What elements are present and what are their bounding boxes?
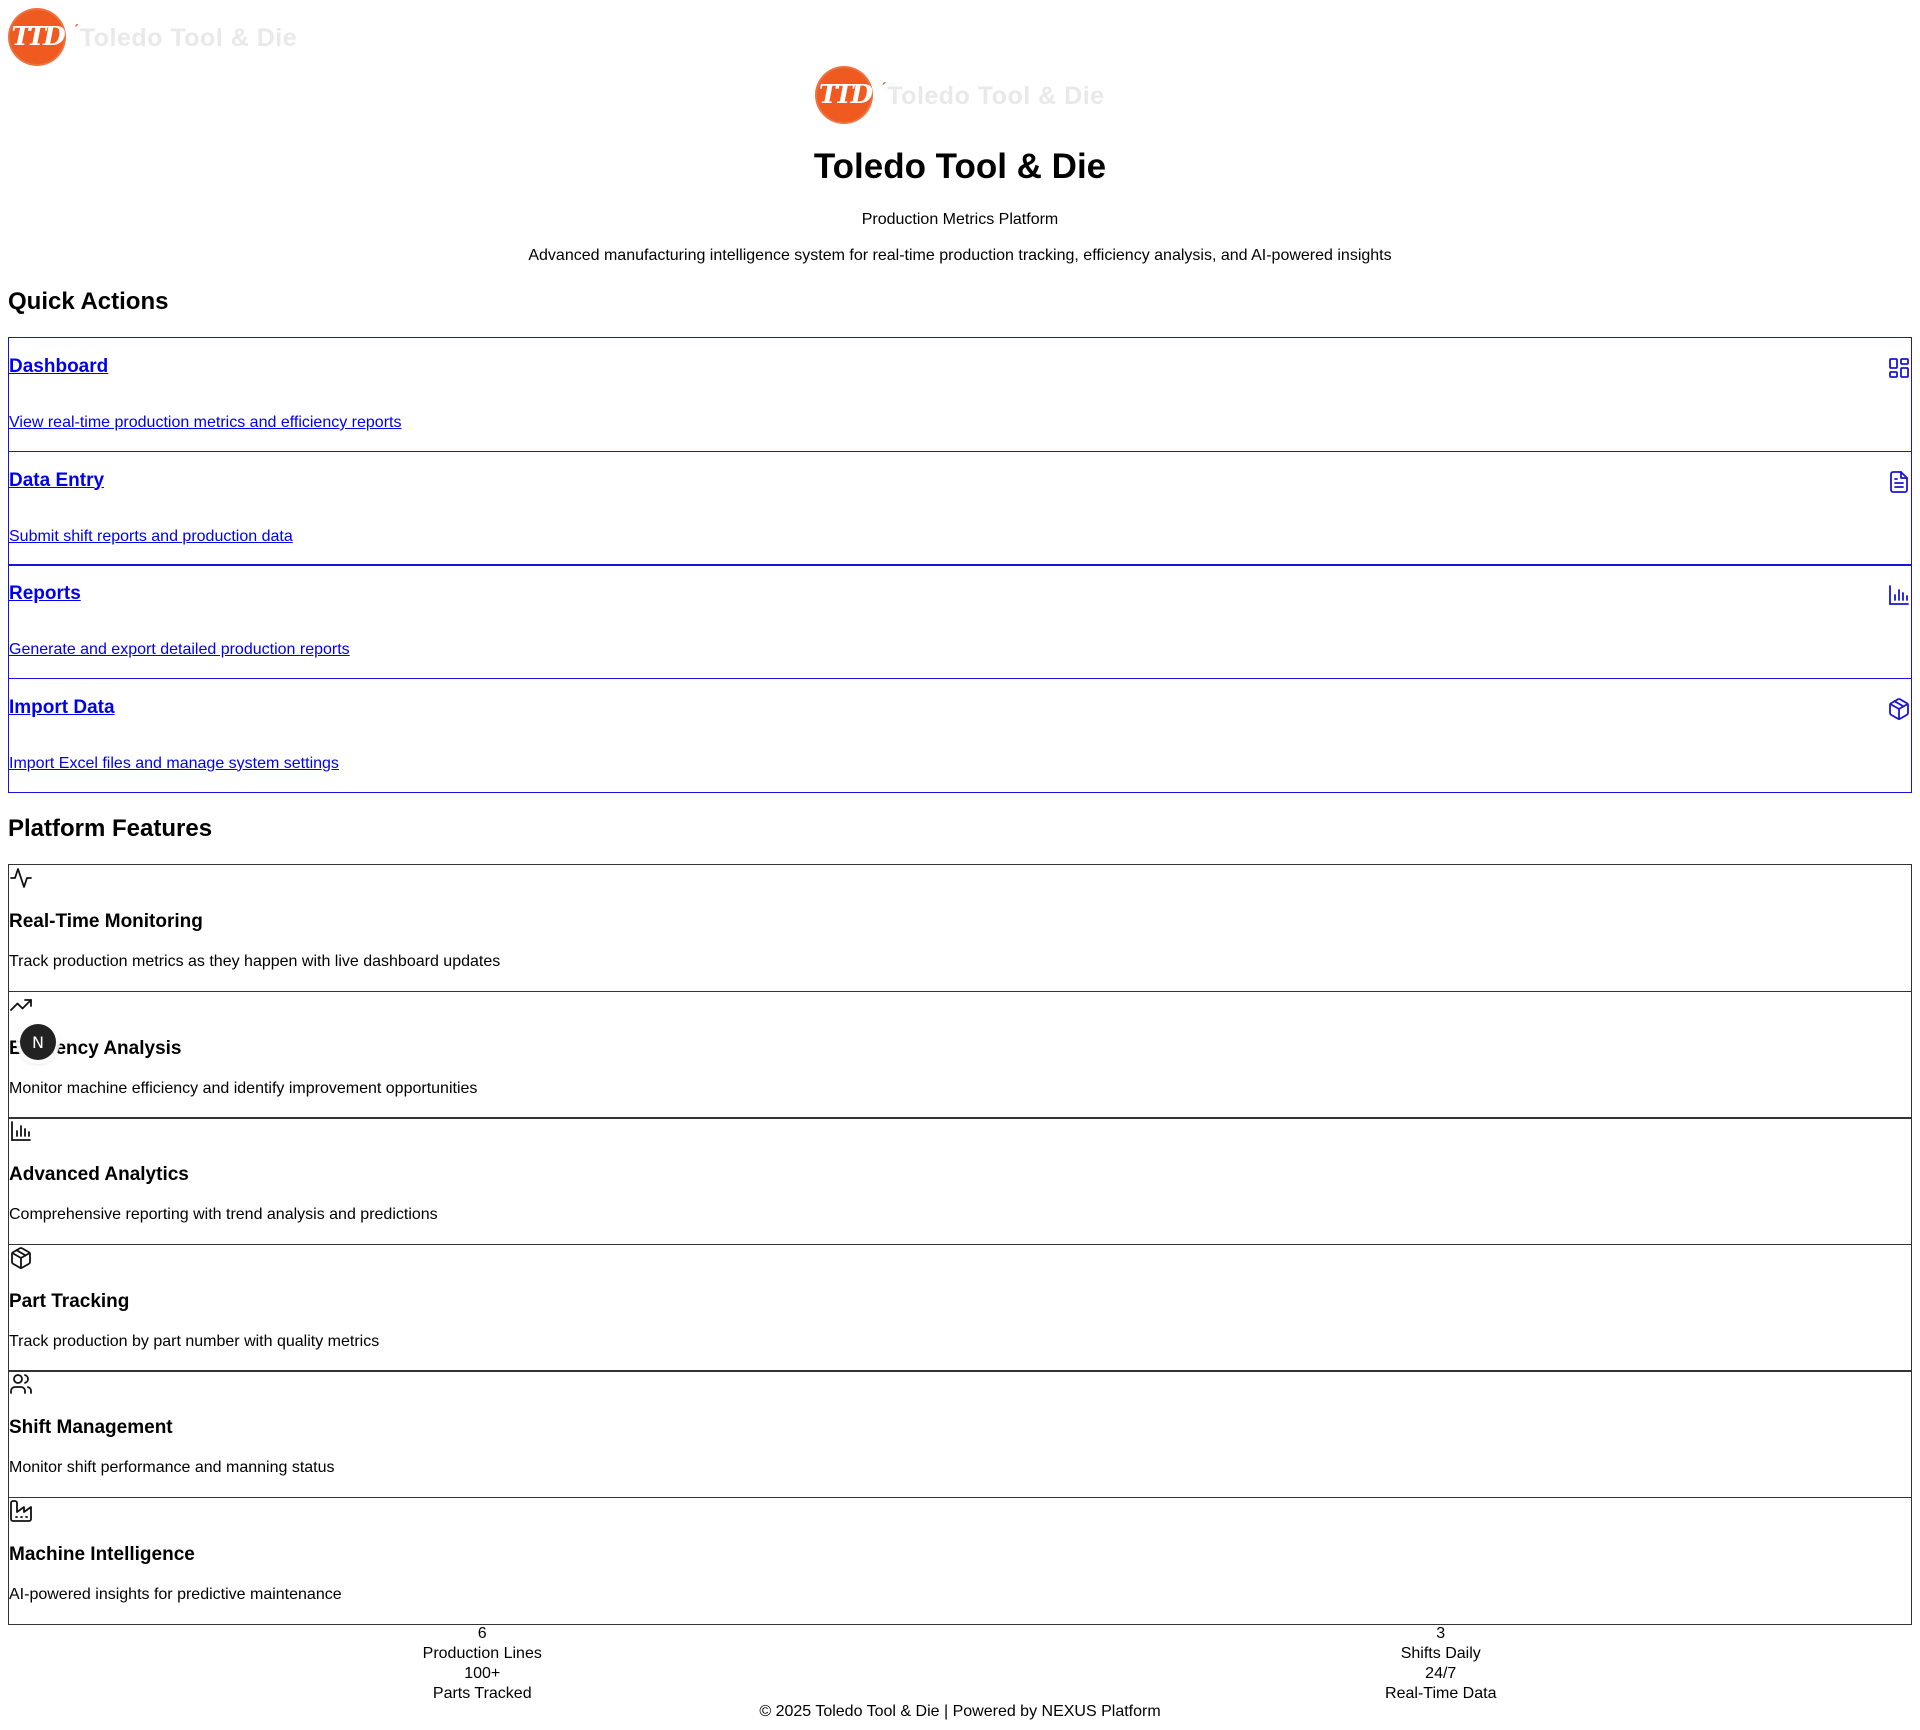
activity-icon bbox=[10, 868, 32, 888]
feature-card-advanced-analytics: Advanced Analytics Comprehensive reporti… bbox=[8, 1117, 1912, 1245]
logo-badge: TTD bbox=[8, 8, 66, 66]
feature-description: Monitor machine efficiency and identify … bbox=[9, 1079, 478, 1097]
dashboard-grid-icon bbox=[1889, 358, 1909, 378]
factory-icon bbox=[10, 1499, 32, 1522]
trending-up-icon bbox=[10, 998, 32, 1011]
feature-description: Track production metrics as they happen … bbox=[9, 953, 501, 970]
feature-title: Part Tracking bbox=[9, 1290, 130, 1312]
stat-value: 3 bbox=[1436, 1625, 1446, 1642]
features-list: Real-Time Monitoring Track production me… bbox=[8, 864, 1912, 1625]
quick-action-title: Reports bbox=[9, 583, 81, 604]
quick-action-description: Submit shift reports and production data bbox=[9, 527, 293, 545]
platform-features-heading: Platform Features bbox=[8, 815, 213, 842]
logo-badge: TTD bbox=[815, 66, 874, 124]
quick-action-title: Data Entry bbox=[9, 469, 105, 491]
feature-description: Comprehensive reporting with trend analy… bbox=[9, 1206, 438, 1223]
page-title: Toledo Tool & Die bbox=[813, 147, 1107, 186]
stat-value: 100+ bbox=[464, 1665, 501, 1682]
stat-column: 3 Shifts Daily 24/7 Real-Time Data bbox=[962, 1624, 1920, 1704]
quick-action-reports[interactable]: Reports Generate and export detailed pro… bbox=[8, 564, 1912, 679]
stat-label: Parts Tracked bbox=[432, 1685, 532, 1702]
bar-chart-icon bbox=[11, 1121, 31, 1141]
logo-wordmark: ˊToledo Tool & Die bbox=[881, 80, 1105, 110]
feature-card-efficiency-analysis: Efficiency Analysis Monitor machine effi… bbox=[8, 990, 1912, 1119]
stat-value: 24/7 bbox=[1425, 1665, 1457, 1682]
quick-actions-list: Dashboard View real-time production metr… bbox=[8, 337, 1912, 793]
quick-action-data-entry[interactable]: Data Entry Submit shift reports and prod… bbox=[8, 450, 1912, 566]
page-description: Advanced manufacturing intelligence syst… bbox=[528, 247, 1392, 264]
hero-section: TTD ˊToledo Tool & Die Toledo Tool & Die… bbox=[0, 66, 1920, 266]
quick-action-dashboard[interactable]: Dashboard View real-time production metr… bbox=[8, 337, 1912, 452]
dev-tools-badge[interactable]: N bbox=[20, 1024, 56, 1060]
stat-label: Shifts Daily bbox=[1400, 1645, 1481, 1662]
header-logo[interactable]: TTD ˊToledo Tool & Die bbox=[8, 8, 297, 66]
feature-title: Shift Management bbox=[9, 1417, 173, 1438]
package-icon bbox=[1889, 697, 1909, 720]
feature-card-machine-intelligence: Machine Intelligence AI-powered insights… bbox=[8, 1496, 1912, 1625]
quick-actions-heading: Quick Actions bbox=[8, 288, 169, 315]
quick-action-title: Dashboard bbox=[9, 356, 109, 377]
feature-description: Monitor shift performance and manning st… bbox=[9, 1459, 335, 1476]
quick-action-import-data[interactable]: Import Data Import Excel files and manag… bbox=[8, 677, 1912, 793]
stat-label: Production Lines bbox=[422, 1645, 542, 1662]
quick-action-description: View real-time production metrics and ef… bbox=[9, 414, 402, 431]
users-icon bbox=[10, 1374, 32, 1394]
stat-column: 6 Production Lines 100+ Parts Tracked bbox=[3, 1624, 962, 1704]
logo-wordmark: ˊToledo Tool & Die bbox=[74, 22, 298, 52]
stat-value: 6 bbox=[477, 1625, 487, 1642]
feature-description: AI-powered insights for predictive maint… bbox=[9, 1585, 342, 1603]
feature-card-shift-management: Shift Management Monitor shift performan… bbox=[8, 1370, 1912, 1498]
stats-section: 6 Production Lines 100+ Parts Tracked 3 … bbox=[0, 1624, 1920, 1704]
package-icon bbox=[11, 1246, 31, 1269]
quick-action-description: Generate and export detailed production … bbox=[9, 641, 350, 658]
feature-description: Track production by part number with qua… bbox=[9, 1332, 380, 1350]
stat-label: Real-Time Data bbox=[1385, 1685, 1497, 1702]
feature-title: Advanced Analytics bbox=[9, 1164, 189, 1185]
hero-logo: TTD ˊToledo Tool & Die bbox=[0, 66, 1920, 124]
feature-title: Machine Intelligence bbox=[9, 1543, 195, 1565]
bar-chart-icon bbox=[1889, 585, 1909, 605]
page-subtitle: Production Metrics Platform bbox=[861, 211, 1059, 228]
feature-card-real-time-monitoring: Real-Time Monitoring Track production me… bbox=[8, 864, 1912, 992]
quick-action-description: Import Excel files and manage system set… bbox=[9, 754, 339, 772]
document-icon bbox=[1890, 470, 1908, 493]
feature-title: Real-Time Monitoring bbox=[9, 911, 203, 932]
feature-card-part-tracking: Part Tracking Track production by part n… bbox=[8, 1243, 1912, 1372]
quick-action-title: Import Data bbox=[9, 696, 115, 718]
footer-text: © 2025 Toledo Tool & Die | Powered by NE… bbox=[759, 1703, 1161, 1720]
